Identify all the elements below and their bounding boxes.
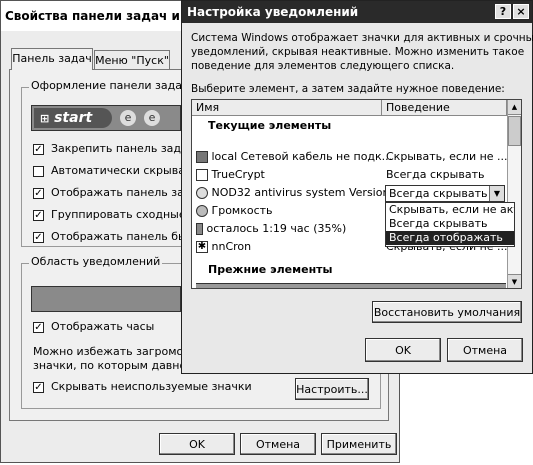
quicklaunch-checkbox[interactable]: ✓	[33, 232, 44, 243]
column-header-behavior[interactable]: Поведение	[382, 100, 507, 116]
group-label: Оформление панели задач	[29, 79, 191, 92]
truecrypt-icon	[196, 169, 208, 181]
help-icon[interactable]: ?	[495, 4, 511, 19]
description-text: Система Windows отображает значки для ак…	[191, 32, 533, 44]
tab-start-menu[interactable]: Меню "Пуск"	[94, 50, 170, 70]
section-current-items: Текущие элементы	[208, 119, 332, 132]
checkbox-label: Отображать часы	[51, 320, 155, 333]
item-behavior: Всегда скрывать	[386, 168, 485, 181]
tray-preview	[31, 286, 181, 312]
item-behavior: Скрывать, если не ...	[386, 150, 508, 163]
restore-defaults-button[interactable]: Восстановить умолчания	[372, 301, 522, 323]
hint-text: значки, по которым давно не	[33, 359, 204, 372]
apply-button[interactable]: Применить	[321, 433, 397, 455]
cancel-button[interactable]: Отмена	[240, 433, 316, 455]
volume-icon	[196, 205, 208, 217]
configure-button[interactable]: Настроить...	[295, 378, 369, 400]
behavior-dropdown[interactable]: Всегда скрывать ▼	[385, 185, 505, 202]
close-icon[interactable]: ×	[513, 4, 529, 19]
checkbox-label: Автоматически скрывать	[51, 164, 198, 177]
section-previous-items: Прежние элементы	[208, 263, 333, 276]
checkbox-label: Скрывать неиспользуемые значки	[51, 380, 252, 393]
items-list[interactable]: Имя Поведение Текущие элементы local Сет…	[191, 99, 522, 289]
nod32-icon	[196, 187, 208, 199]
lock-taskbar-checkbox[interactable]: ✓	[33, 144, 44, 155]
notification-settings-dialog: Настройка уведомлений ? × Система Window…	[181, 0, 533, 374]
list-item-selected[interactable]: NOD32 antivirus system Version...	[196, 184, 400, 202]
description-text: поведение для элементов следующего списк…	[191, 60, 455, 72]
group-label: Область уведомлений	[29, 255, 163, 268]
battery-icon	[196, 223, 203, 235]
show-clock-checkbox[interactable]: ✓	[33, 322, 44, 333]
ontop-checkbox[interactable]: ✓	[33, 188, 44, 199]
nncron-icon: ✱	[196, 241, 208, 253]
hint-text: Можно избежать загроможд	[33, 345, 201, 358]
cancel-button[interactable]: Отмена	[447, 338, 523, 362]
scroll-thumb[interactable]	[508, 116, 521, 146]
dialog-title: Настройка уведомлений	[182, 1, 532, 23]
start-button-preview: ⊞ start	[34, 108, 112, 128]
ok-button[interactable]: OK	[159, 433, 235, 455]
column-header-name[interactable]: Имя	[192, 100, 382, 116]
description-text: уведомлений, скрывая неактивные. Можно и…	[191, 46, 525, 58]
scroll-up-icon[interactable]: ▲	[508, 100, 521, 115]
checkbox-label: Закрепить панель задач	[51, 142, 195, 155]
scroll-down-icon[interactable]: ▼	[508, 274, 521, 288]
chevron-down-icon[interactable]: ▼	[489, 186, 504, 201]
taskbar-preview: ⊞ start e e	[31, 105, 181, 131]
select-prompt: Выберите элемент, а затем задайте нужное…	[191, 83, 505, 95]
list-item[interactable]	[196, 283, 506, 288]
ok-button[interactable]: OK	[365, 338, 441, 362]
list-item[interactable]: осталось 1:19 час (35%)	[196, 220, 382, 238]
hide-inactive-checkbox[interactable]: ✓	[33, 382, 44, 393]
outlook-icon: e	[144, 110, 160, 126]
list-scrollbar[interactable]: ▲ ▼	[507, 100, 521, 288]
list-item[interactable]: Громкость	[196, 202, 382, 220]
checkbox-label: Отображать панель быст	[51, 230, 200, 243]
dropdown-option[interactable]: Скрывать, если не акти	[386, 203, 514, 217]
tab-taskbar[interactable]: Панель задач	[11, 48, 93, 70]
windows-logo-icon: ⊞	[40, 112, 50, 125]
network-icon	[196, 151, 208, 163]
autohide-checkbox[interactable]	[33, 166, 44, 177]
group-buttons-checkbox[interactable]: ✓	[33, 210, 44, 221]
dropdown-option-selected[interactable]: Всегда отображать	[386, 231, 514, 245]
behavior-dropdown-list: Скрывать, если не акти Всегда скрывать В…	[385, 202, 515, 247]
dropdown-option[interactable]: Всегда скрывать	[386, 217, 514, 231]
ie-icon: e	[120, 110, 136, 126]
